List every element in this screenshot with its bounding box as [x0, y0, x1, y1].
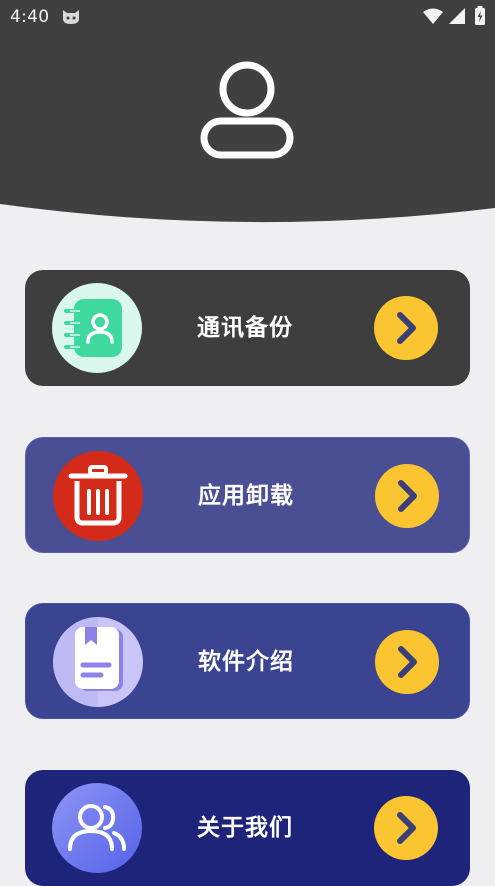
signal-icon: [449, 8, 465, 24]
cat-app-icon: [63, 10, 79, 24]
chevron-right-icon[interactable]: [373, 795, 439, 861]
menu-card-label: 应用卸载: [198, 483, 294, 509]
menu-card-label: 通讯备份: [197, 315, 293, 341]
users-icon: [52, 783, 142, 873]
status-bar: 4:40: [0, 0, 495, 34]
trash-icon: [53, 451, 143, 541]
chevron-right-icon[interactable]: [373, 295, 439, 361]
menu-card-contacts-backup[interactable]: 通讯备份: [25, 270, 470, 386]
menu-card-software-intro[interactable]: 软件介绍: [25, 603, 470, 719]
chevron-right-icon[interactable]: [374, 629, 440, 695]
menu-card-label: 软件介绍: [198, 649, 294, 675]
menu-card-label: 关于我们: [197, 815, 293, 841]
menu-card-app-uninstall[interactable]: 应用卸载: [25, 437, 470, 553]
user-icon[interactable]: [197, 58, 297, 162]
wifi-icon: [423, 8, 443, 24]
battery-icon: [475, 6, 485, 25]
status-time: 4:40: [10, 7, 50, 27]
chevron-right-icon[interactable]: [374, 463, 440, 529]
book-icon: [53, 617, 143, 707]
contacts-backup-icon: [52, 283, 142, 373]
menu-card-about-us[interactable]: 关于我们: [25, 770, 470, 886]
